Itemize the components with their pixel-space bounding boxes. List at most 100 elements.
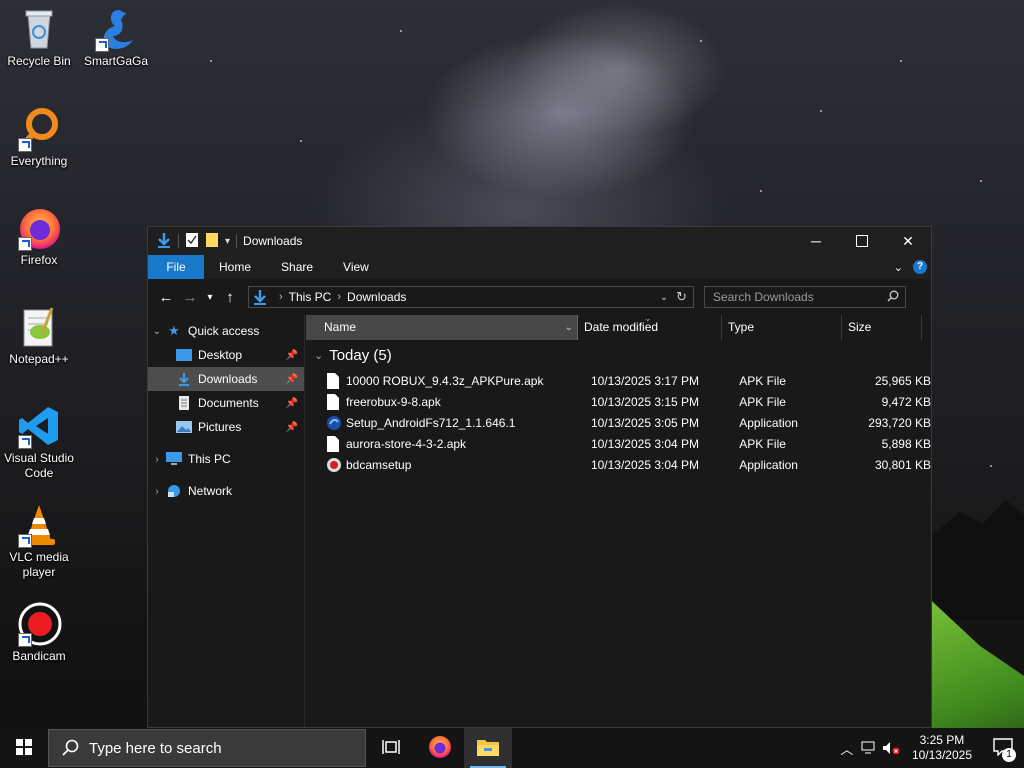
network-icon xyxy=(166,484,182,498)
nav-this-pc[interactable]: › This PC xyxy=(148,447,304,471)
address-dropdown-icon[interactable]: ⌄ xyxy=(660,292,668,303)
file-date: 10/13/2025 3:04 PM xyxy=(590,457,700,472)
nav-network[interactable]: › Network xyxy=(148,479,304,503)
help-icon[interactable]: ? xyxy=(913,260,927,274)
desktop-icon-vscode[interactable]: Visual Studio Code xyxy=(0,403,78,481)
address-bar[interactable]: › This PC › Downloads ⌄ ↻ xyxy=(248,286,694,308)
file-row[interactable]: 10000 ROBUX_9.4.3z_APKPure.apk 10/13/202… xyxy=(306,370,931,391)
chevron-down-icon[interactable]: ⌄ xyxy=(314,349,323,362)
desktop-icon-vlc[interactable]: VLC media player xyxy=(0,502,78,580)
customize-toolbar-chevron-icon[interactable]: ▾ xyxy=(225,236,230,247)
volume-muted-icon[interactable] xyxy=(880,741,902,755)
task-view-button[interactable] xyxy=(368,728,416,768)
new-folder-icon[interactable] xyxy=(205,232,219,251)
search-box[interactable]: Search Downloads xyxy=(704,286,906,308)
downloads-arrow-icon xyxy=(176,372,192,386)
nav-label: Quick access xyxy=(188,324,260,338)
forward-arrow-icon: → xyxy=(182,288,198,306)
clock[interactable]: 3:25 PM 10/13/2025 xyxy=(902,733,982,763)
desktop-icon-firefox[interactable]: Firefox xyxy=(0,205,78,268)
column-header-date[interactable]: Date modified ⌄ xyxy=(578,313,722,340)
back-button[interactable]: ← xyxy=(154,285,178,309)
tab-share[interactable]: Share xyxy=(266,255,328,279)
chevron-down-icon[interactable]: ⌄ xyxy=(148,326,166,337)
nav-label: Pictures xyxy=(198,420,242,434)
desktop-icon-bandicam[interactable]: Bandicam xyxy=(0,601,78,664)
tab-file[interactable]: File xyxy=(148,255,204,279)
file-icon xyxy=(326,435,340,452)
chevron-right-icon[interactable]: › xyxy=(148,486,166,497)
notification-count-badge: 1 xyxy=(1002,748,1016,762)
taskbar-search-box[interactable]: Type here to search xyxy=(48,729,366,767)
properties-icon[interactable] xyxy=(185,232,199,251)
shortcut-arrow-icon xyxy=(18,435,32,449)
task-view-icon xyxy=(382,739,402,758)
action-center-button[interactable]: 1 xyxy=(982,728,1024,768)
file-row[interactable]: bdcamsetup 10/13/2025 3:04 PM Applicatio… xyxy=(306,454,931,475)
desktop-folder-icon xyxy=(176,348,192,362)
minimize-icon: ─ xyxy=(811,233,821,249)
column-header-type[interactable]: Type xyxy=(722,315,842,340)
file-row[interactable]: freerobux-9-8.apk 10/13/2025 3:15 PM APK… xyxy=(306,391,931,412)
computer-icon xyxy=(166,452,182,466)
downloads-arrow-icon xyxy=(253,289,267,305)
expand-ribbon-chevron-icon[interactable]: ⌄ xyxy=(894,261,903,274)
notepadpp-icon xyxy=(16,304,62,350)
tab-view[interactable]: View xyxy=(328,255,384,279)
taskbar-firefox-button[interactable] xyxy=(416,728,464,768)
mountain-silhouette xyxy=(932,500,1024,620)
start-button[interactable] xyxy=(0,728,48,768)
title-bar[interactable]: ▾ Downloads ─ ✕ xyxy=(148,227,931,255)
nav-quick-access[interactable]: ⌄ ★ Quick access xyxy=(148,319,304,343)
file-size: 30,801 KB xyxy=(874,457,931,472)
column-headers: Name ⌄ Date modified ⌄ Type Size xyxy=(306,313,931,340)
breadcrumb-downloads[interactable]: Downloads xyxy=(347,290,406,304)
forward-button[interactable]: → xyxy=(178,285,202,309)
file-name: freerobux-9-8.apk xyxy=(346,394,441,409)
nav-item-downloads[interactable]: Downloads 📌 xyxy=(148,367,304,391)
file-name: bdcamsetup xyxy=(346,457,412,472)
maximize-button[interactable] xyxy=(839,227,885,255)
group-label: Today (5) xyxy=(329,346,392,364)
refresh-icon[interactable]: ↻ xyxy=(676,289,687,305)
nav-label: Documents xyxy=(198,396,259,410)
desktop-icon-label: Notepad++ xyxy=(9,352,69,366)
close-button[interactable]: ✕ xyxy=(885,227,931,255)
chevron-right-icon[interactable]: › xyxy=(148,454,166,465)
nav-item-documents[interactable]: Documents 📌 xyxy=(148,391,304,415)
shortcut-arrow-icon xyxy=(18,138,32,152)
desktop-icon-everything[interactable]: Everything xyxy=(0,106,78,169)
firefox-icon xyxy=(428,735,452,762)
minimize-button[interactable]: ─ xyxy=(793,227,839,255)
show-hidden-icons-chevron-icon[interactable]: ︿ xyxy=(836,739,858,758)
tab-home[interactable]: Home xyxy=(204,255,266,279)
up-button[interactable]: ↑ xyxy=(218,285,242,309)
desktop-icon-label: SmartGaGa xyxy=(83,54,149,68)
taskbar-file-explorer-button[interactable] xyxy=(464,728,512,768)
column-header-size[interactable]: Size xyxy=(842,315,922,340)
magnifier-icon xyxy=(16,106,62,152)
breadcrumb-this-pc[interactable]: This PC xyxy=(289,290,332,304)
file-row[interactable]: aurora-store-4-3-2.apk 10/13/2025 3:04 P… xyxy=(306,433,931,454)
column-label: Name xyxy=(324,320,357,334)
bandicam-setup-icon xyxy=(326,457,341,473)
file-date: 10/13/2025 3:04 PM xyxy=(590,436,700,451)
file-row[interactable]: Setup_AndroidFs712_1.1.646.1 10/13/2025 … xyxy=(306,412,931,433)
file-type: APK File xyxy=(739,394,786,409)
nav-item-desktop[interactable]: Desktop 📌 xyxy=(148,343,304,367)
file-list-pane: Name ⌄ Date modified ⌄ Type Size ⌄ Today… xyxy=(306,313,931,727)
nav-label: This PC xyxy=(188,452,231,466)
chevron-down-icon[interactable]: ⌄ xyxy=(565,315,573,340)
column-label: Size xyxy=(848,320,872,334)
network-tray-icon[interactable] xyxy=(858,741,880,755)
nav-item-pictures[interactable]: Pictures 📌 xyxy=(148,415,304,439)
explorer-window: ▾ Downloads ─ ✕ File Home Share View ⌄ ?… xyxy=(147,226,932,728)
desktop-icon-smartgaga[interactable]: SmartGaGa xyxy=(77,6,155,69)
desktop-icon-notepadpp[interactable]: Notepad++ xyxy=(0,304,78,367)
column-header-name[interactable]: Name ⌄ xyxy=(306,315,578,340)
desktop-icon-recycle-bin[interactable]: Recycle Bin xyxy=(0,6,78,69)
vlc-cone-icon xyxy=(16,502,62,548)
desktop-icon-label: Firefox xyxy=(20,253,58,267)
recent-locations-button[interactable]: ▾ xyxy=(202,285,218,309)
group-header-today[interactable]: ⌄ Today (5) xyxy=(306,340,931,370)
